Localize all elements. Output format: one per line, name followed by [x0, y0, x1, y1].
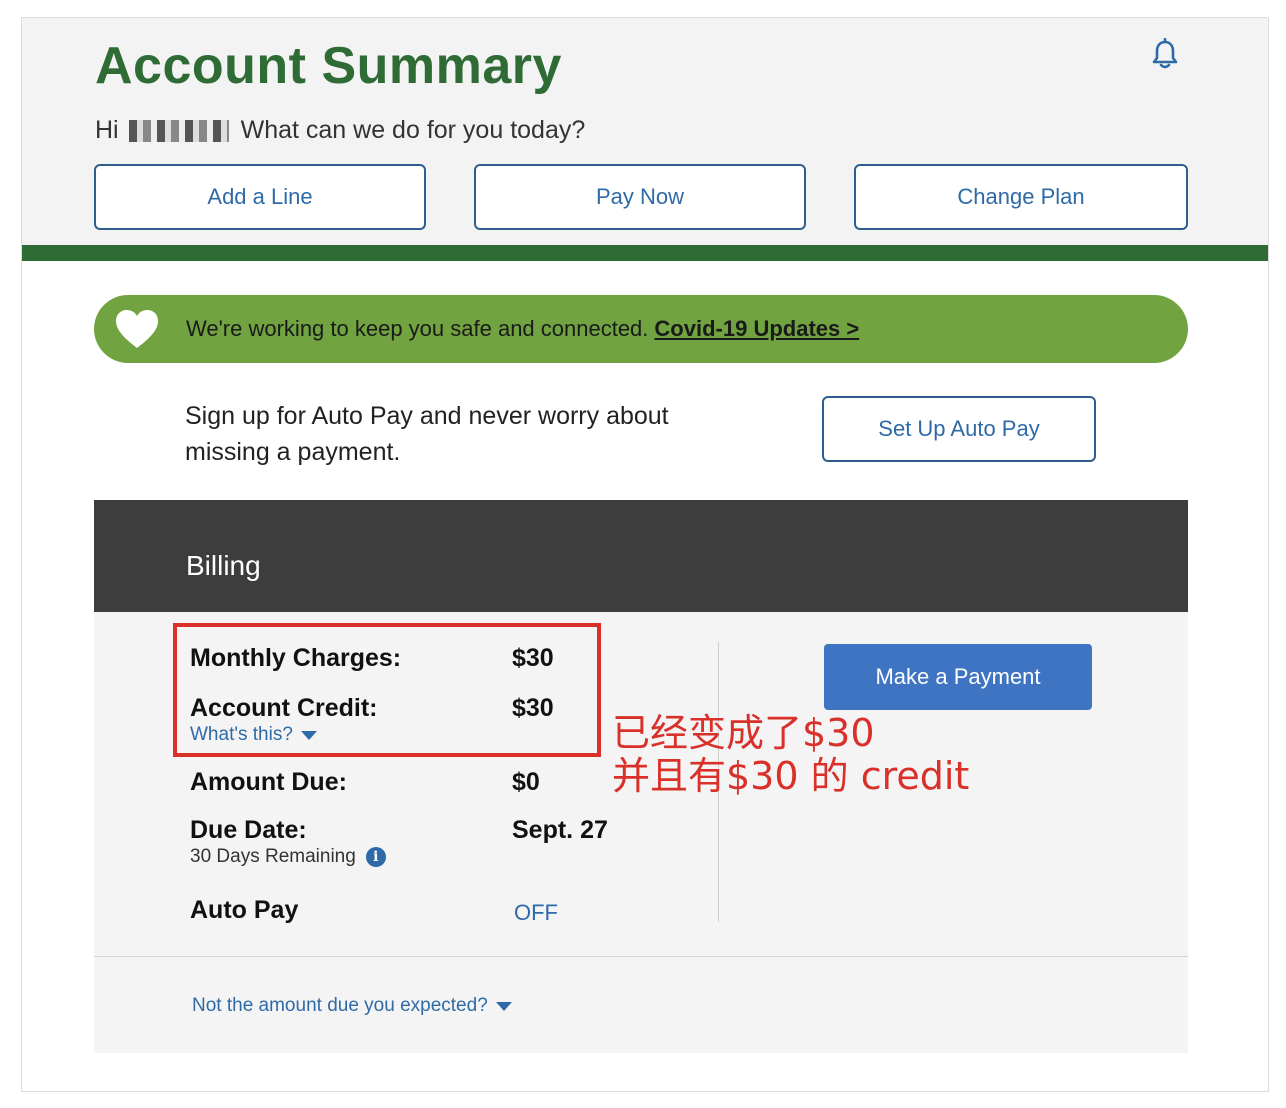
heart-icon: [116, 310, 158, 348]
info-icon[interactable]: i: [365, 847, 386, 867]
greeting: Hi What can we do for you today?: [95, 116, 585, 145]
covid-message: We're working to keep you safe and conne…: [186, 316, 649, 341]
header-divider-bar: [22, 245, 1268, 261]
annotation-highlight-box: [173, 623, 601, 757]
auto-pay-status[interactable]: OFF: [514, 900, 558, 926]
auto-pay-label: Auto Pay: [190, 896, 299, 924]
set-up-auto-pay-button[interactable]: Set Up Auto Pay: [822, 396, 1096, 462]
page-title: Account Summary: [95, 37, 562, 95]
covid-updates-link[interactable]: Covid-19 Updates >: [654, 316, 859, 342]
due-date-value: Sept. 27: [512, 816, 608, 844]
greeting-question: What can we do for you today?: [240, 116, 586, 144]
redacted-name: [128, 119, 229, 142]
days-remaining-text: 30 Days Remaining: [190, 846, 356, 867]
add-a-line-button[interactable]: Add a Line: [94, 164, 426, 230]
covid-banner: We're working to keep you safe and conne…: [94, 295, 1188, 363]
amount-expected-link[interactable]: Not the amount due you expected?: [192, 995, 512, 1017]
greeting-prefix: Hi: [95, 116, 119, 144]
amount-expected-label: Not the amount due you expected?: [192, 995, 488, 1016]
bell-icon[interactable]: [1150, 38, 1180, 70]
amount-due-label: Amount Due:: [190, 768, 347, 796]
make-a-payment-button[interactable]: Make a Payment: [824, 644, 1092, 710]
chevron-down-icon: [495, 1001, 512, 1011]
pay-now-button[interactable]: Pay Now: [474, 164, 806, 230]
annotation-line-2: 并且有$30 的 credit: [612, 754, 970, 798]
change-plan-button[interactable]: Change Plan: [854, 164, 1188, 230]
account-header: Account Summary Hi What can we do for yo…: [22, 18, 1268, 245]
due-date-label: Due Date:: [190, 816, 307, 844]
annotation-note: 已经变成了$30 并且有$30 的 credit: [612, 712, 969, 798]
annotation-line-1: 已经变成了$30: [612, 711, 875, 755]
billing-divider-horizontal: [94, 956, 1188, 957]
account-summary-page: Account Summary Hi What can we do for yo…: [21, 17, 1269, 1092]
amount-due-value: $0: [512, 768, 540, 796]
billing-title: Billing: [186, 550, 261, 581]
autopay-promo-text: Sign up for Auto Pay and never worry abo…: [185, 402, 669, 466]
billing-header: Billing: [94, 500, 1188, 612]
days-remaining: 30 Days Remaining i: [190, 846, 386, 868]
